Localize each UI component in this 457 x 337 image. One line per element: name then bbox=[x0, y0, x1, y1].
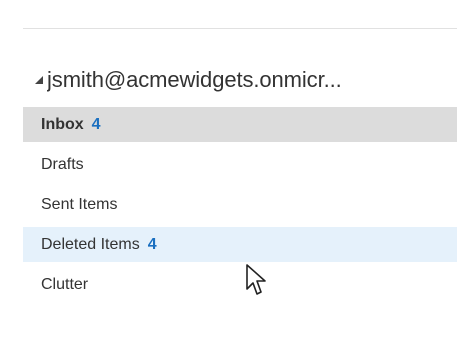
folder-label: Inbox bbox=[41, 115, 84, 133]
folder-label: Deleted Items bbox=[41, 235, 140, 253]
folder-item-deleted-items[interactable]: Deleted Items 4 bbox=[23, 227, 457, 262]
folder-item-clutter[interactable]: Clutter bbox=[23, 267, 457, 302]
folder-item-inbox[interactable]: Inbox 4 bbox=[23, 107, 457, 142]
folder-label: Sent Items bbox=[41, 195, 118, 213]
folder-label: Drafts bbox=[41, 155, 84, 173]
folder-item-drafts[interactable]: Drafts bbox=[23, 147, 457, 182]
folder-label: Clutter bbox=[41, 275, 89, 293]
unread-count: 4 bbox=[147, 235, 157, 253]
unread-count: 4 bbox=[91, 115, 101, 133]
account-header[interactable]: jsmith@acmewidgets.onmicr... bbox=[33, 60, 457, 100]
divider bbox=[23, 28, 457, 29]
folder-item-sent-items[interactable]: Sent Items bbox=[23, 187, 457, 222]
mouse-pointer-icon bbox=[246, 264, 266, 295]
folder-pane: jsmith@acmewidgets.onmicr... Inbox 4 Dra… bbox=[0, 0, 457, 337]
account-email: jsmith@acmewidgets.onmicr... bbox=[47, 67, 342, 92]
folder-list: Inbox 4 Drafts Sent Items Deleted Items … bbox=[23, 107, 457, 307]
collapse-triangle-icon[interactable] bbox=[33, 74, 45, 86]
